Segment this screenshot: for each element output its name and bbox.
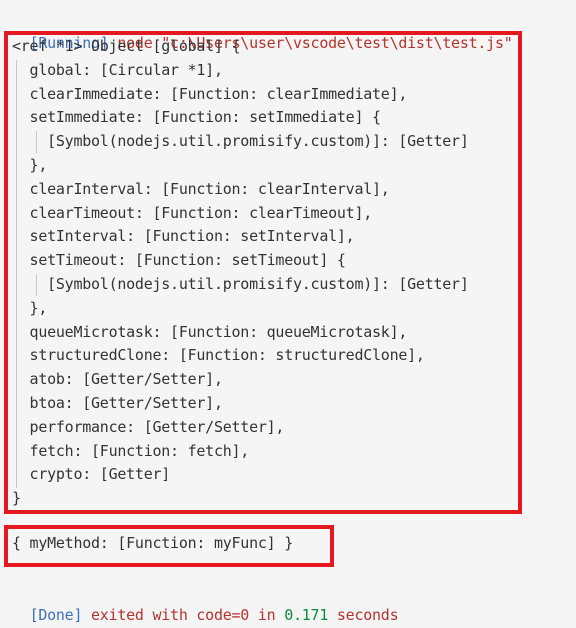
- terminal-output-panel: { "run_header": { "tag": "[Running]", "c…: [0, 0, 576, 624]
- highlight-box-global-object: [4, 31, 522, 514]
- elapsed-seconds: 0.171: [284, 605, 329, 624]
- run-header: [Running] node "c:\Users\user\vscode\tes…: [12, 8, 513, 52]
- done-footer: [Done] exited with code=0 in 0.171 secon…: [12, 580, 399, 624]
- done-tag: [Done]: [29, 605, 83, 624]
- highlight-box-my-object: [4, 525, 334, 567]
- done-seconds-label: seconds: [336, 605, 399, 624]
- done-message: exited with code=0 in: [91, 605, 276, 624]
